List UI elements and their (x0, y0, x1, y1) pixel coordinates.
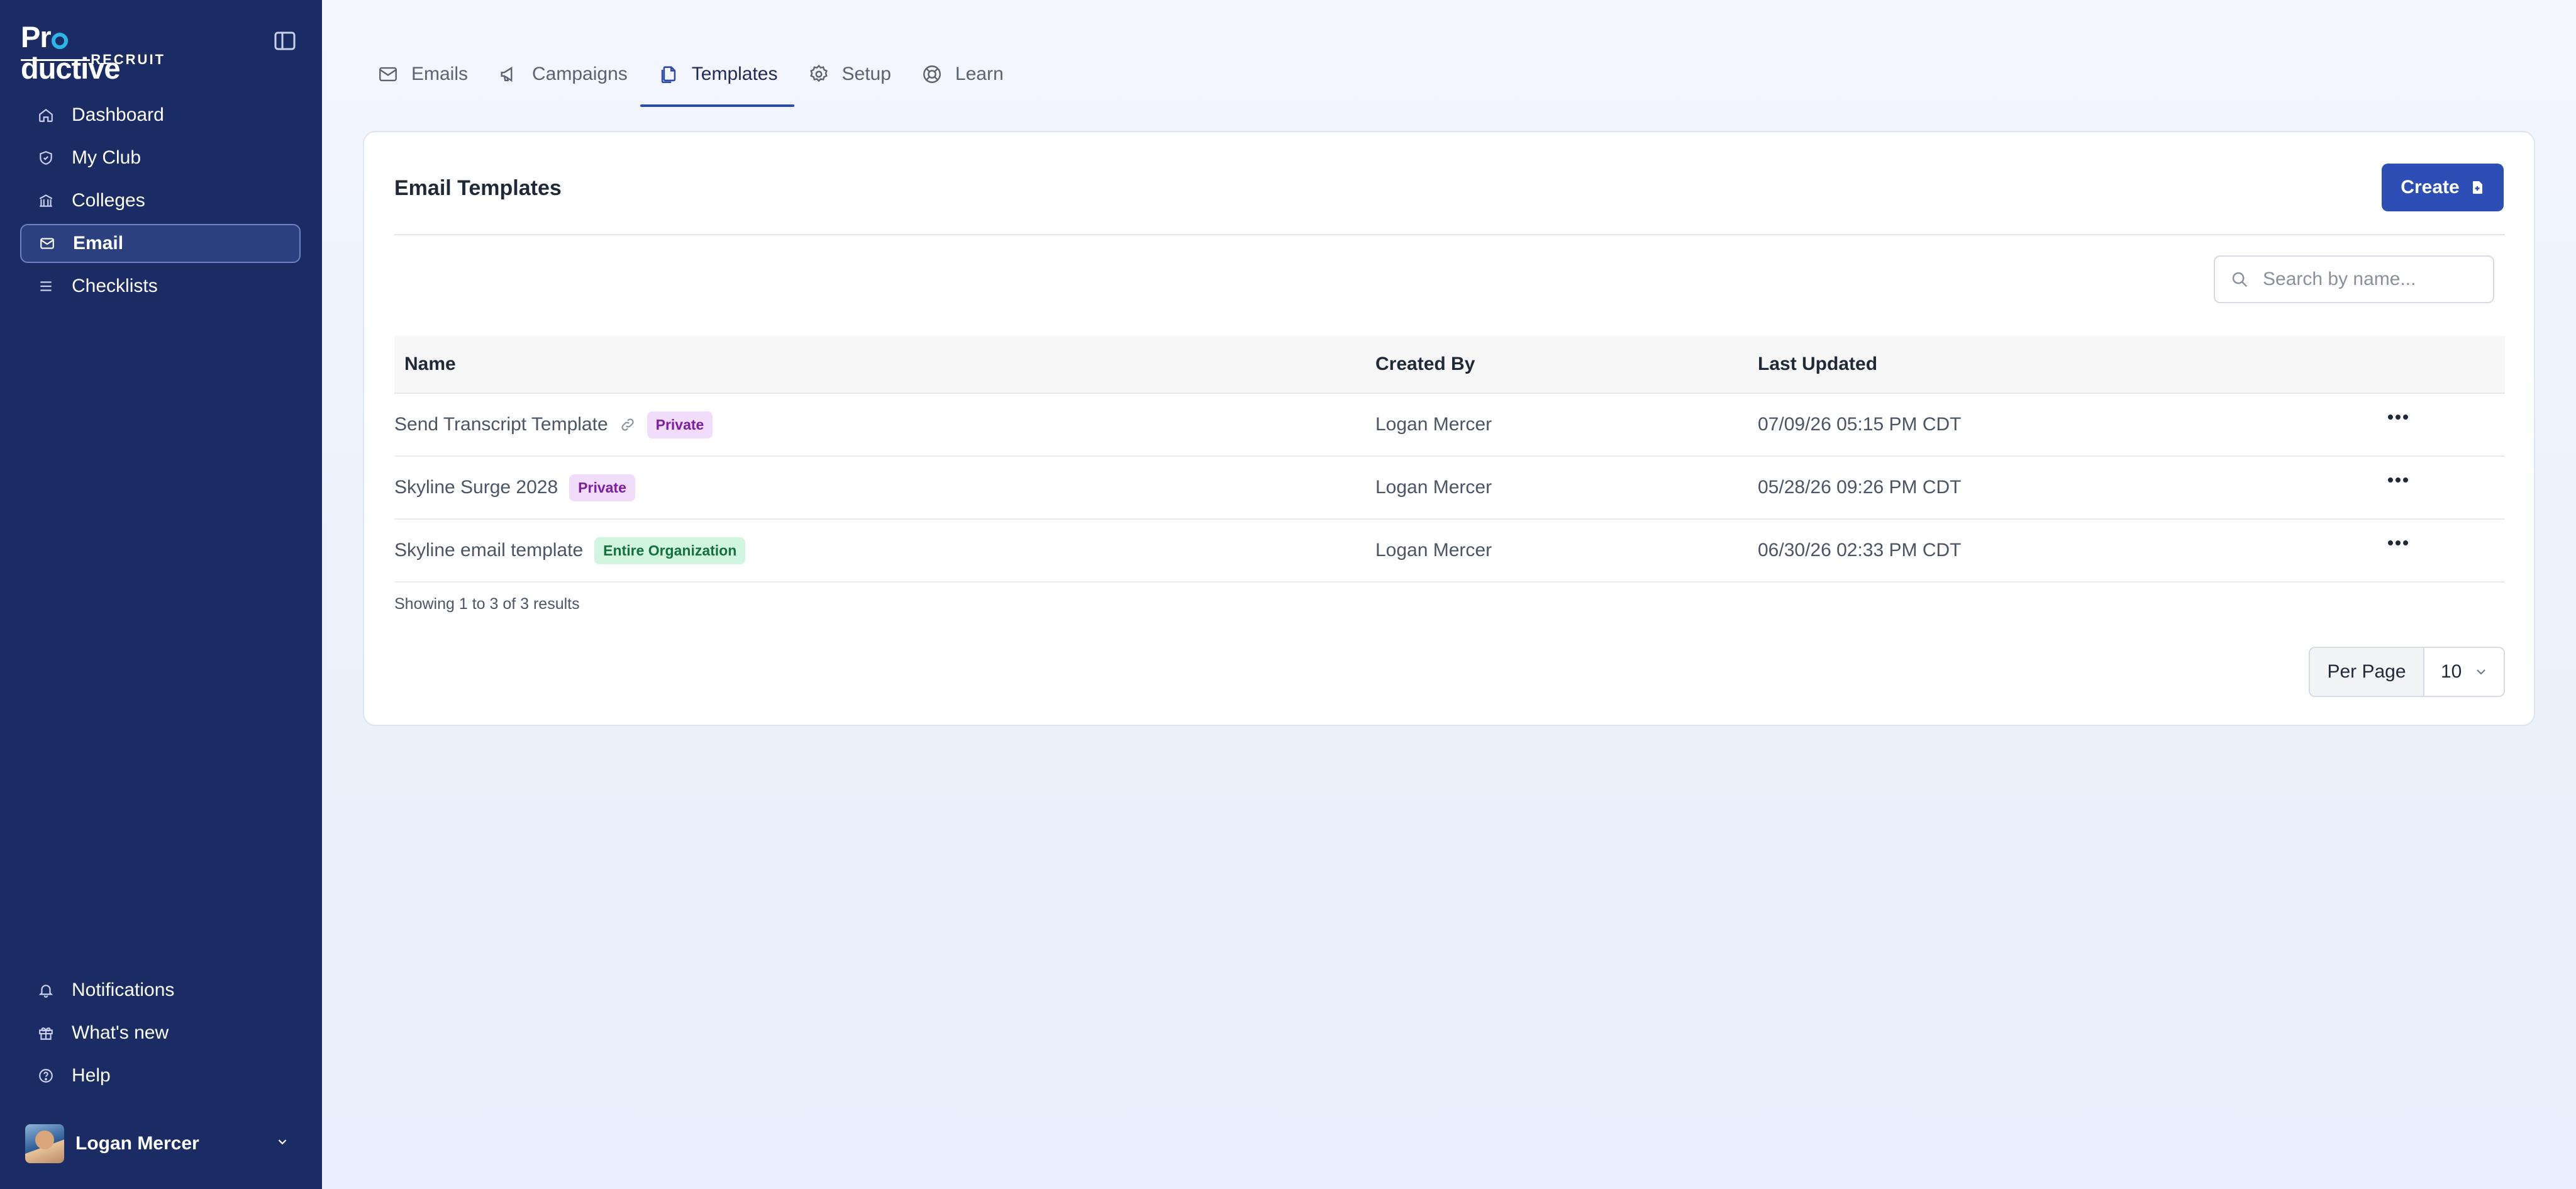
sidebar-item-dashboard[interactable]: Dashboard (20, 96, 301, 135)
search-field[interactable] (2214, 255, 2494, 303)
sidebar-item-label: Email (73, 233, 124, 254)
logo-subtitle: RECRUIT (91, 52, 165, 67)
table-row[interactable]: Skyline Surge 2028 Private Logan Mercer … (394, 457, 2505, 520)
shield-icon (36, 148, 55, 167)
user-name: Logan Mercer (75, 1133, 199, 1154)
template-name-cell: Send Transcript Template Private (394, 411, 713, 438)
tab-campaigns[interactable]: Campaigns (492, 55, 633, 93)
list-icon (36, 277, 55, 296)
lifebuoy-icon (920, 62, 944, 86)
sidebar-item-label: Checklists (72, 276, 158, 296)
sidebar-nav: Dashboard My Club Colleges Email Checkli… (20, 96, 301, 310)
sidebar-item-colleges[interactable]: Colleges (20, 181, 301, 220)
tab-templates[interactable]: Templates (640, 55, 794, 107)
bell-icon (36, 981, 55, 1000)
tab-label: Learn (955, 64, 1004, 84)
templates-card: Email Templates Create Name Created By L… (363, 131, 2535, 726)
visibility-badge: Private (647, 411, 713, 438)
sidebar-item-help[interactable]: Help (20, 1056, 301, 1095)
last-updated-cell: 06/30/26 02:33 PM CDT (1758, 540, 1962, 561)
sidebar-item-email[interactable]: Email (20, 224, 301, 263)
tab-setup[interactable]: Setup (802, 55, 896, 93)
sidebar-item-my-club[interactable]: My Club (20, 138, 301, 177)
tab-emails[interactable]: Emails (371, 55, 473, 93)
sidebar-item-notifications[interactable]: Notifications (20, 971, 301, 1010)
per-page-value: 10 (2441, 661, 2462, 682)
template-name[interactable]: Send Transcript Template (394, 414, 608, 435)
tab-label: Emails (411, 64, 469, 84)
building-icon (36, 191, 55, 210)
copy-icon (657, 62, 680, 86)
tab-label: Setup (841, 64, 891, 84)
template-name[interactable]: Skyline email template (394, 540, 583, 561)
tab-learn[interactable]: Learn (915, 55, 1009, 93)
logo-ring-icon (51, 33, 68, 49)
create-button[interactable]: Create (2382, 164, 2504, 211)
table-row[interactable]: Skyline email template Entire Organizati… (394, 520, 2505, 583)
template-name-cell: Skyline email template Entire Organizati… (394, 537, 746, 564)
sidebar-item-label: Dashboard (72, 104, 164, 125)
per-page-label: Per Page (2310, 648, 2424, 696)
templates-table: Name Created By Last Updated Send Transc… (394, 336, 2505, 583)
table-header: Name Created By Last Updated (394, 336, 2505, 394)
megaphone-icon (497, 62, 521, 86)
template-name-cell: Skyline Surge 2028 Private (394, 474, 635, 501)
avatar (25, 1124, 64, 1163)
last-updated-cell: 07/09/26 05:15 PM CDT (1758, 414, 1962, 435)
user-menu[interactable]: Logan Mercer (25, 1124, 289, 1164)
link-icon (619, 416, 636, 433)
more-actions-icon[interactable] (2384, 471, 2412, 489)
mail-icon (38, 234, 57, 253)
sidebar-bottom-nav: Notifications What's new Help (20, 971, 301, 1099)
created-by-cell: Logan Mercer (1375, 540, 1492, 561)
chevron-down-icon (275, 1135, 289, 1152)
help-icon (36, 1066, 55, 1085)
template-name[interactable]: Skyline Surge 2028 (394, 477, 558, 498)
home-icon (36, 106, 55, 125)
mail-icon (376, 62, 400, 86)
per-page-dropdown[interactable]: 10 (2424, 648, 2504, 696)
sidebar-item-label: What's new (72, 1022, 169, 1043)
visibility-badge: Private (569, 474, 635, 501)
divider (394, 234, 2505, 235)
tab-label: Templates (691, 64, 778, 84)
created-by-cell: Logan Mercer (1375, 477, 1492, 498)
brand-logo[interactable]: Prductive RECRUIT (21, 20, 165, 84)
table-row[interactable]: Send Transcript Template Private Logan M… (394, 394, 2505, 457)
search-icon (2230, 270, 2249, 289)
search-input[interactable] (2262, 268, 2465, 291)
gift-icon (36, 1024, 55, 1042)
sidebar: Prductive RECRUIT Dashboard My Club Coll… (0, 0, 322, 1189)
sidebar-item-whats-new[interactable]: What's new (20, 1013, 301, 1052)
email-tabs: Emails Campaigns Templates Setup Learn (371, 55, 1028, 111)
sidebar-item-label: My Club (72, 147, 142, 168)
file-plus-icon (2470, 180, 2485, 195)
create-button-label: Create (2401, 177, 2460, 198)
sidebar-item-label: Notifications (72, 980, 175, 1000)
sidebar-item-label: Colleges (72, 190, 145, 211)
page-title: Email Templates (394, 176, 562, 200)
last-updated-cell: 05/28/26 09:26 PM CDT (1758, 477, 1962, 498)
sidebar-item-label: Help (72, 1065, 111, 1086)
sidebar-toggle-icon[interactable] (274, 31, 296, 50)
tab-label: Campaigns (532, 64, 628, 84)
created-by-cell: Logan Mercer (1375, 414, 1492, 435)
column-header-created-by[interactable]: Created By (1375, 354, 1475, 375)
more-actions-icon[interactable] (2384, 533, 2412, 552)
chevron-down-icon (2473, 664, 2489, 679)
per-page-select[interactable]: Per Page 10 (2309, 647, 2505, 697)
visibility-badge: Entire Organization (594, 537, 746, 564)
results-summary: Showing 1 to 3 of 3 results (394, 595, 580, 613)
logo-text-pre: Pr (21, 20, 52, 53)
more-actions-icon[interactable] (2384, 408, 2412, 427)
sidebar-item-checklists[interactable]: Checklists (20, 267, 301, 306)
column-header-name[interactable]: Name (404, 354, 456, 375)
column-header-last-updated[interactable]: Last Updated (1758, 354, 1877, 375)
gear-icon (807, 62, 831, 86)
